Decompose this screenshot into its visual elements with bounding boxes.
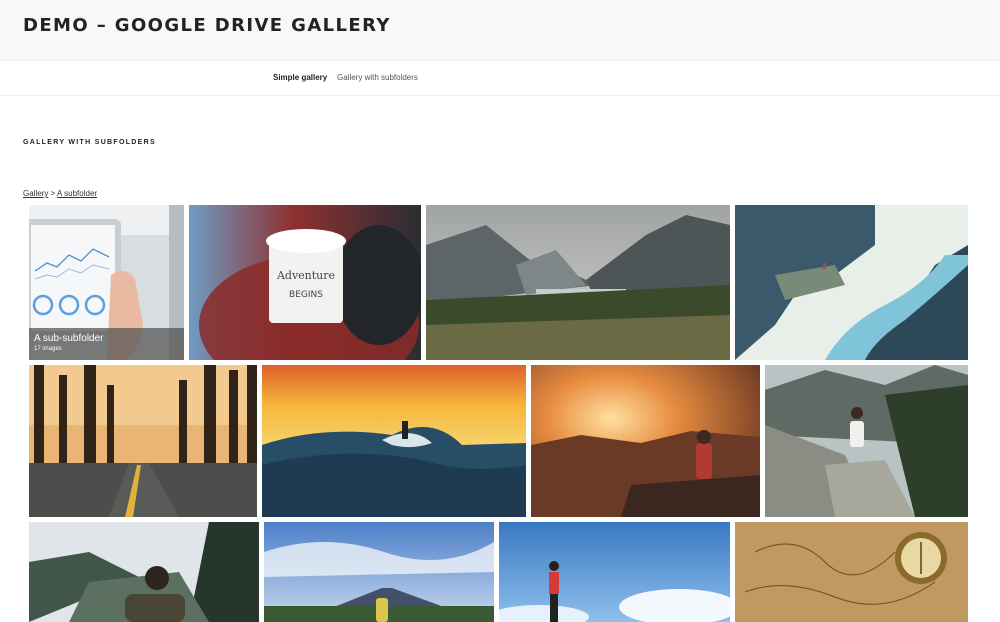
old-map-compass-image bbox=[735, 522, 968, 622]
gallery-image-hiker-sky[interactable] bbox=[499, 522, 730, 622]
breadcrumb-link-current[interactable]: A subfolder bbox=[57, 189, 97, 198]
breadcrumb-separator: > bbox=[48, 189, 58, 198]
main-navigation: Simple gallery Gallery with subfolders bbox=[0, 61, 1000, 96]
gallery-image-lake-valley[interactable] bbox=[426, 205, 730, 360]
subfolder-tile[interactable]: A sub-subfolder 17 images bbox=[29, 205, 184, 360]
hiker-sunset-image bbox=[531, 365, 760, 517]
man-forest-image bbox=[29, 522, 259, 622]
gallery-image-mountain-trail[interactable] bbox=[765, 365, 968, 517]
subfolder-caption: A sub-subfolder 17 images bbox=[29, 328, 184, 360]
gallery-image-volcano[interactable] bbox=[264, 522, 494, 622]
fjord-cliff-image bbox=[735, 205, 968, 360]
gallery-image-man-forest[interactable] bbox=[29, 522, 259, 622]
mountain-lake-image bbox=[426, 205, 730, 360]
forest-road-image bbox=[29, 365, 257, 517]
gallery-image-forest-road[interactable] bbox=[29, 365, 257, 517]
subfolder-name: A sub-subfolder bbox=[34, 333, 104, 344]
nav-item-simple-gallery[interactable]: Simple gallery bbox=[273, 73, 327, 82]
adventure-mug-image: Adventure BEGINS bbox=[189, 205, 421, 360]
gallery-image-mug[interactable]: Adventure BEGINS bbox=[189, 205, 421, 360]
gallery-image-fjord[interactable] bbox=[735, 205, 968, 360]
gallery-image-map-compass[interactable] bbox=[735, 522, 968, 622]
gallery-image-hiker-sunset[interactable] bbox=[531, 365, 760, 517]
breadcrumb-link-gallery[interactable]: Gallery bbox=[23, 189, 48, 198]
site-title[interactable]: DEMO – GOOGLE DRIVE GALLERY bbox=[23, 15, 391, 36]
subfolder-image-count: 17 images bbox=[34, 346, 62, 352]
page-title: GALLERY WITH SUBFOLDERS bbox=[23, 139, 156, 146]
breadcrumb: Gallery > A subfolder bbox=[23, 189, 97, 198]
site-header: DEMO – GOOGLE DRIVE GALLERY bbox=[0, 0, 1000, 61]
mountain-trail-image bbox=[765, 365, 968, 517]
sunset-surfer-image bbox=[262, 365, 526, 517]
volcano-hiker-image bbox=[264, 522, 494, 622]
hiker-blue-sky-image bbox=[499, 522, 730, 622]
svg-text:Adventure: Adventure bbox=[276, 269, 335, 282]
nav-item-gallery-with-subfolders[interactable]: Gallery with subfolders bbox=[337, 73, 418, 82]
gallery-image-surfer[interactable] bbox=[262, 365, 526, 517]
svg-text:BEGINS: BEGINS bbox=[289, 290, 323, 300]
